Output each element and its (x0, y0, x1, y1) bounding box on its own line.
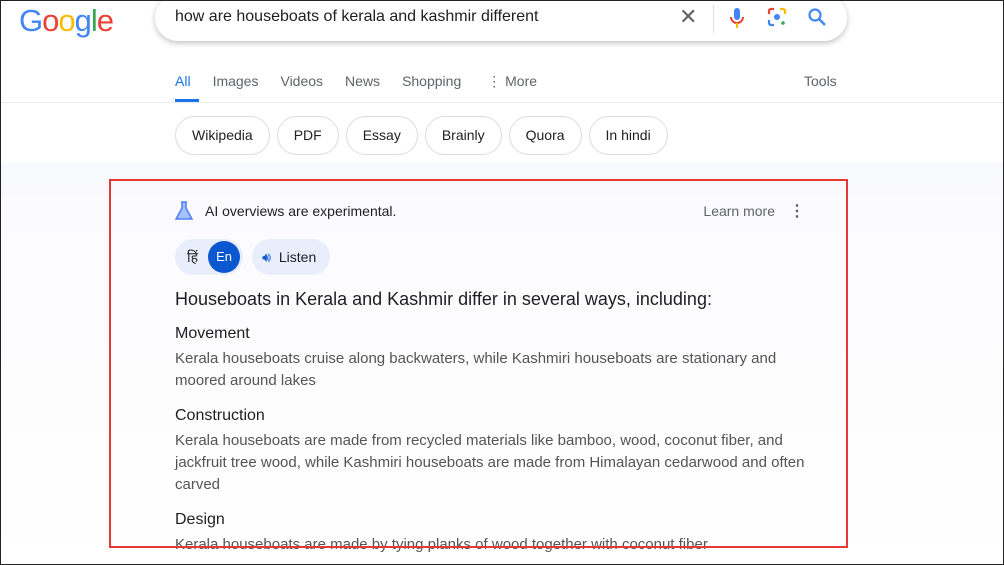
tab-news[interactable]: News (345, 73, 380, 103)
search-icon[interactable] (807, 7, 827, 33)
microphone-icon[interactable] (729, 7, 745, 35)
page: Google how are houseboats of kerala and … (0, 0, 1004, 565)
highlight-box (109, 179, 848, 548)
divider (1, 102, 1003, 103)
chip-quora[interactable]: Quora (508, 116, 582, 155)
tab-videos[interactable]: Videos (280, 73, 323, 103)
google-logo[interactable]: Google (19, 3, 114, 39)
chip-wikipedia[interactable]: Wikipedia (175, 116, 270, 155)
tab-more[interactable]: ⋮ More (487, 73, 537, 103)
search-tabs: All Images Videos News Shopping ⋮ More (175, 73, 559, 103)
chip-pdf[interactable]: PDF (276, 116, 339, 155)
chip-brainly[interactable]: Brainly (424, 116, 502, 155)
filter-chips: Wikipedia PDF Essay Brainly Quora In hin… (175, 116, 668, 155)
chip-essay[interactable]: Essay (345, 116, 418, 155)
tools-button[interactable]: Tools (804, 73, 837, 89)
tab-shopping[interactable]: Shopping (402, 73, 461, 103)
search-input[interactable]: how are houseboats of kerala and kashmir… (175, 8, 538, 26)
chip-in-hindi[interactable]: In hindi (588, 116, 668, 155)
divider (713, 5, 714, 33)
tab-more-label: More (505, 73, 538, 89)
clear-icon[interactable]: ✕ (679, 4, 697, 30)
tab-all[interactable]: All (175, 73, 198, 103)
more-dots-icon: ⋮ (487, 73, 506, 89)
lens-icon[interactable] (767, 7, 787, 33)
search-box[interactable]: how are houseboats of kerala and kashmir… (155, 1, 847, 41)
tab-images[interactable]: Images (213, 73, 259, 103)
